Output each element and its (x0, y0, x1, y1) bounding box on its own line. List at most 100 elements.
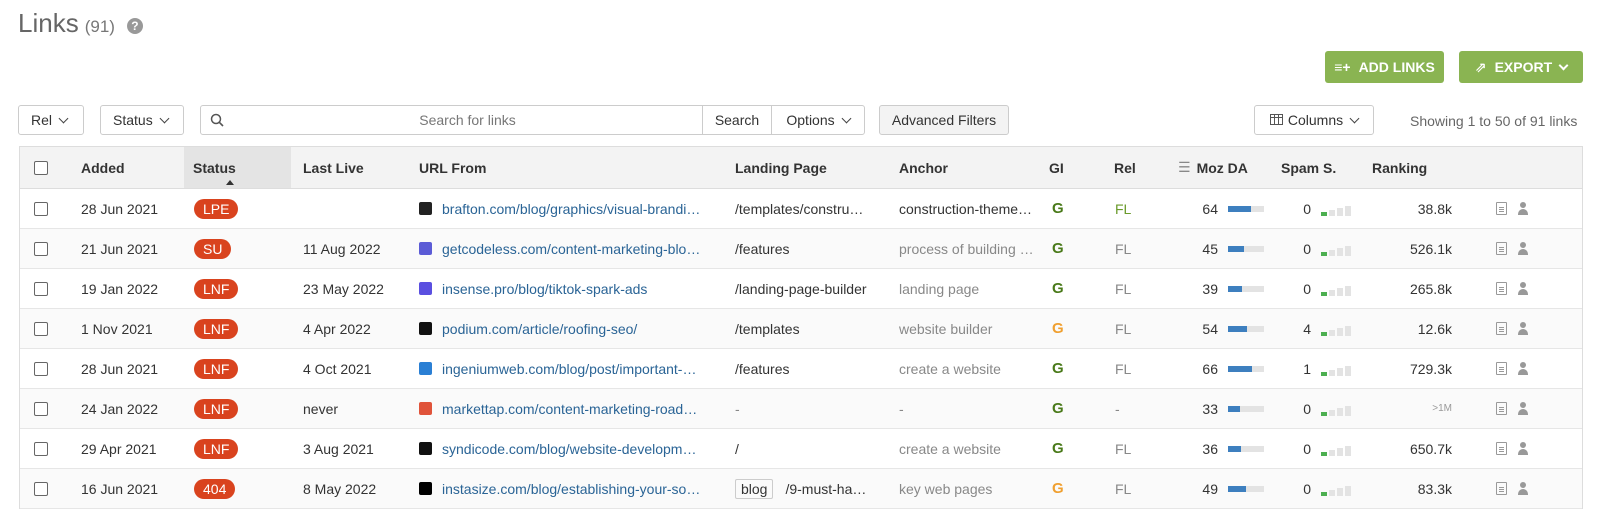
row-checkbox[interactable] (34, 281, 48, 296)
landing-page: /templates/constru… (735, 189, 885, 228)
search-input[interactable]: Search for links (233, 106, 702, 134)
moz-da-value: 49 (1202, 480, 1218, 497)
table-row[interactable]: 19 Jan 2022 LNF 23 May 2022 insense.pro/blo… (20, 269, 1582, 309)
row-checkbox[interactable] (34, 481, 48, 496)
table-row[interactable]: 1 Nov 2021 LNF 4 Apr 2022 podium.com/articl… (20, 309, 1582, 349)
url-from-link[interactable]: ingeniumweb.com/blog/post/important-… (442, 361, 696, 377)
rel-dropdown[interactable]: Rel (18, 105, 84, 135)
url-from-link[interactable]: podium.com/article/roofing-seo/ (442, 321, 637, 337)
col-ranking[interactable]: Ranking (1372, 147, 1452, 188)
user-icon[interactable] (1517, 282, 1529, 295)
anchor-text: create a website (899, 360, 1001, 377)
status-badge: LNF (194, 358, 239, 379)
url-from: podium.com/article/roofing-seo/ (419, 309, 719, 348)
chevron-down-icon (159, 113, 170, 123)
table-row[interactable]: 29 Apr 2021 LNF 3 Aug 2021 syndicode.com/bl… (20, 429, 1582, 469)
google-index-icon: G (1052, 280, 1064, 297)
table-row[interactable]: 16 Jun 2021 404 8 May 2022 instasize.com/bl… (20, 469, 1582, 509)
spam-score-value: 1 (1303, 360, 1311, 377)
url-from-link[interactable]: instasize.com/blog/establishing-your-so… (442, 481, 700, 497)
site-favicon-icon (419, 282, 432, 295)
user-icon[interactable] (1517, 442, 1529, 455)
url-from-link[interactable]: brafton.com/blog/graphics/visual-brandi… (442, 201, 700, 217)
document-icon[interactable] (1496, 322, 1507, 335)
landing-page-text: /templates/constru… (735, 200, 864, 217)
col-moz-da[interactable]: ☰ Moz DA (1178, 147, 1278, 188)
columns-dropdown[interactable]: Columns (1254, 105, 1374, 135)
rel-value: FL (1115, 240, 1132, 257)
document-icon[interactable] (1496, 442, 1507, 455)
url-from: insense.pro/blog/tiktok-spark-ads (419, 269, 719, 308)
col-url-from[interactable]: URL From (419, 147, 719, 188)
col-moz-da-label: Moz DA (1196, 159, 1248, 176)
ranking-value: 83.3k (1417, 480, 1452, 497)
spam-score-meter (1321, 202, 1351, 216)
row-checkbox[interactable] (34, 441, 48, 456)
question-circle-icon[interactable]: ? (126, 18, 143, 34)
table-row[interactable]: 28 Jun 2021 LNF 4 Oct 2021 ingeniumweb.com/… (20, 349, 1582, 389)
user-icon[interactable] (1517, 322, 1529, 335)
site-favicon-icon (419, 242, 432, 255)
col-rel[interactable]: Rel (1114, 147, 1154, 188)
landing-page: /templates (735, 309, 885, 348)
table-row[interactable]: 21 Jun 2021 SU 11 Aug 2022 getcodeless.com/… (20, 229, 1582, 269)
moz-da-value: 54 (1202, 320, 1218, 337)
document-icon[interactable] (1496, 402, 1507, 415)
moz-da-bar (1228, 325, 1264, 332)
document-icon[interactable] (1496, 282, 1507, 295)
document-icon[interactable] (1496, 362, 1507, 375)
export-button[interactable]: ⇗ EXPORT (1459, 51, 1583, 83)
chevron-down-icon (58, 113, 69, 123)
url-from-link[interactable]: syndicode.com/blog/website-developm… (442, 441, 696, 457)
google-index-icon: G (1052, 200, 1064, 217)
col-added[interactable]: Added (81, 147, 181, 188)
rel-value: FL (1115, 360, 1132, 377)
ranking-value: 265.8k (1409, 280, 1452, 297)
row-checkbox[interactable] (34, 401, 48, 416)
url-from-link[interactable]: markettap.com/content-marketing-road… (442, 401, 697, 417)
table-row[interactable]: 28 Jun 2021 LPE brafton.com/blog/graphics/… (20, 189, 1582, 229)
landing-page: /landing-page-builder (735, 269, 885, 308)
added-date: 19 Jan 2022 (81, 280, 159, 297)
user-icon[interactable] (1517, 402, 1529, 415)
advanced-filters-button[interactable]: Advanced Filters (879, 105, 1009, 135)
url-from-link[interactable]: insense.pro/blog/tiktok-spark-ads (442, 281, 647, 297)
user-icon[interactable] (1517, 362, 1529, 375)
status-dropdown[interactable]: Status (100, 105, 184, 135)
google-index-icon: G (1052, 320, 1064, 337)
add-links-button[interactable]: ≡+ ADD LINKS (1325, 51, 1444, 83)
row-checkbox[interactable] (34, 201, 48, 216)
col-anchor[interactable]: Anchor (899, 147, 1039, 188)
spam-score-meter (1321, 362, 1351, 376)
col-last-live[interactable]: Last Live (303, 147, 413, 188)
search-bar: Search for links Search Options (200, 105, 865, 135)
select-all-checkbox[interactable] (34, 160, 48, 175)
url-from: syndicode.com/blog/website-developm… (419, 429, 719, 468)
moz-da-bar (1228, 245, 1264, 252)
status-badge: 404 (194, 478, 236, 499)
spam-score-value: 0 (1303, 240, 1311, 257)
row-checkbox[interactable] (34, 321, 48, 336)
col-gi[interactable]: GI (1049, 147, 1089, 188)
columns-label: Columns (1287, 112, 1344, 128)
row-checkbox[interactable] (34, 241, 48, 256)
user-icon[interactable] (1517, 202, 1529, 215)
user-icon[interactable] (1517, 242, 1529, 255)
document-icon[interactable] (1496, 202, 1507, 215)
table-row[interactable]: 24 Jan 2022 LNF never markettap.com/content… (20, 389, 1582, 429)
col-status[interactable]: Status (184, 147, 291, 188)
options-dropdown[interactable]: Options (771, 106, 864, 134)
col-landing-page[interactable]: Landing Page (735, 147, 885, 188)
col-spam-score[interactable]: Spam S. (1281, 147, 1361, 188)
added-date: 1 Nov 2021 (81, 320, 153, 337)
document-icon[interactable] (1496, 242, 1507, 255)
anchor-text: - (899, 400, 904, 417)
moz-da-value: 45 (1202, 240, 1218, 257)
moz-da-bar (1228, 485, 1264, 492)
landing-page: blog/9-must-ha… (735, 469, 885, 508)
row-checkbox[interactable] (34, 361, 48, 376)
user-icon[interactable] (1517, 482, 1529, 495)
url-from-link[interactable]: getcodeless.com/content-marketing-blo… (442, 241, 700, 257)
search-button[interactable]: Search (702, 106, 771, 134)
document-icon[interactable] (1496, 482, 1507, 495)
